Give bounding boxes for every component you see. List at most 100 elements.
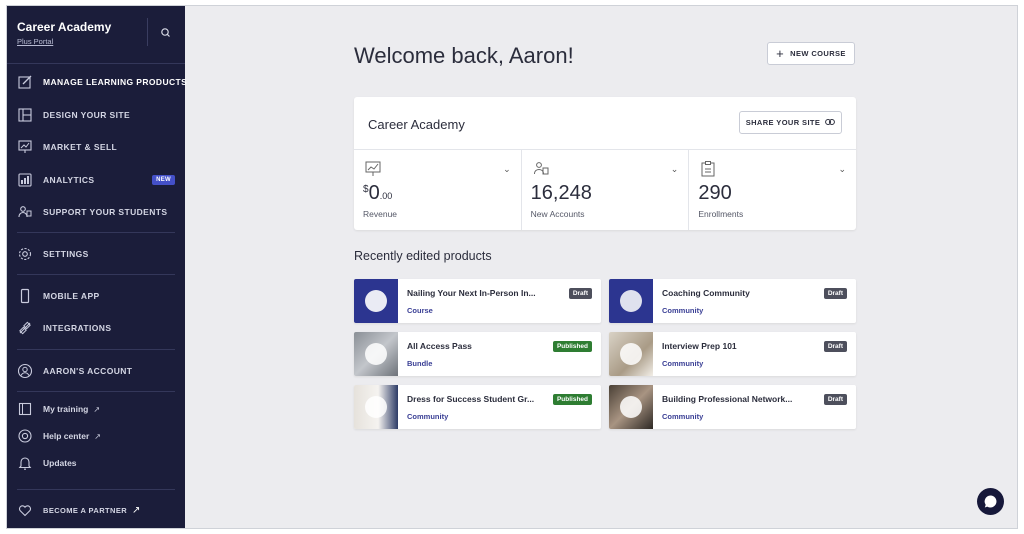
product-type: Community — [407, 412, 449, 421]
sidebar-item-label: Updates — [43, 458, 77, 468]
stat-revenue[interactable]: ⌄ $0.00 Revenue — [354, 150, 522, 230]
bundle-icon — [365, 343, 387, 365]
product-thumbnail — [354, 385, 398, 429]
sidebar-item-label: MOBILE APP — [43, 291, 100, 301]
share-site-button[interactable]: SHARE YOUR SITE — [739, 111, 842, 134]
chevron-down-icon[interactable]: ⌄ — [503, 164, 511, 175]
product-thumbnail — [609, 332, 653, 376]
product-type: Bundle — [407, 359, 433, 368]
sidebar-item-integrations[interactable]: INTEGRATIONS — [7, 316, 185, 340]
sidebar-divider — [17, 274, 175, 275]
gear-icon — [17, 246, 33, 262]
sidebar-divider — [17, 489, 175, 490]
product-thumbnail — [609, 279, 653, 323]
sidebar-item-label: INTEGRATIONS — [43, 323, 112, 333]
stat-label: New Accounts — [530, 209, 585, 219]
sidebar-item-help-center[interactable]: Help center ↗ — [7, 424, 185, 448]
product-type: Community — [662, 306, 704, 315]
plus-icon: + — [776, 46, 785, 61]
sidebar-item-label: ANALYTICS — [43, 175, 95, 185]
stat-value: 290 — [698, 182, 732, 204]
sidebar-item-label: AARON'S ACCOUNT — [43, 366, 133, 376]
stat-label: Revenue — [363, 209, 398, 219]
sidebar-item-manage-learning-products[interactable]: MANAGE LEARNING PRODUCTS — [7, 70, 188, 94]
sidebar-item-updates[interactable]: Updates — [7, 451, 185, 475]
new-course-label: NEW COURSE — [790, 49, 846, 58]
lifebuoy-icon — [17, 428, 33, 444]
sidebar-item-label: MANAGE LEARNING PRODUCTS — [43, 77, 188, 87]
presentation-icon — [17, 139, 33, 155]
product-type: Community — [662, 359, 704, 368]
product-name: Building Professional Network... — [662, 394, 793, 404]
become-partner-link[interactable]: BECOME A PARTNER ↗ — [7, 498, 185, 522]
new-course-button[interactable]: + NEW COURSE — [767, 42, 855, 65]
clipboard-icon — [699, 160, 717, 178]
users-icon — [532, 160, 550, 178]
product-type: Community — [662, 412, 704, 421]
sidebar-item-my-training[interactable]: My training ↗ — [7, 397, 185, 421]
status-badge: Published — [552, 341, 592, 352]
sidebar-divider — [17, 232, 175, 233]
sidebar-item-market-sell[interactable]: MARKET & SELL — [7, 135, 185, 159]
portal-link[interactable]: Plus Portal — [17, 37, 53, 46]
chat-icon — [984, 495, 997, 508]
link-icon — [825, 118, 836, 128]
plug-icon — [17, 320, 33, 336]
site-name: Career Academy — [368, 117, 465, 132]
product-thumbnail — [609, 385, 653, 429]
user-icon — [17, 363, 33, 379]
layout-icon — [17, 107, 33, 123]
students-icon — [17, 204, 33, 220]
heart-hands-icon — [17, 502, 33, 518]
product-card[interactable]: Building Professional Network... Communi… — [609, 385, 856, 429]
sidebar-item-mobile-app[interactable]: MOBILE APP — [7, 284, 185, 308]
sidebar-item-label: MARKET & SELL — [43, 142, 118, 152]
sidebar-item-settings[interactable]: SETTINGS — [7, 242, 185, 266]
external-link-icon: ↗ — [93, 404, 101, 414]
analytics-icon — [17, 172, 33, 188]
sidebar-item-label: SUPPORT YOUR STUDENTS — [43, 207, 168, 217]
chart-board-icon — [364, 160, 382, 178]
become-partner-label: BECOME A PARTNER — [43, 505, 128, 515]
status-badge: Published — [552, 394, 592, 405]
stat-value: 16,248 — [530, 182, 592, 204]
brand-header: Career Academy Plus Portal — [7, 6, 185, 64]
product-card[interactable]: Interview Prep 101 Community Draft — [609, 332, 856, 376]
site-summary-card: Career Academy SHARE YOUR SITE ⌄ $0.00 R… — [354, 97, 856, 230]
product-name: Coaching Community — [662, 288, 750, 298]
status-badge: Draft — [823, 394, 847, 405]
brand-title[interactable]: Career Academy — [17, 20, 111, 34]
stat-new-accounts[interactable]: ⌄ 16,248 New Accounts — [522, 150, 690, 230]
sidebar-item-label: My training — [43, 404, 89, 414]
sidebar-item-analytics[interactable]: ANALYTICS NEW — [7, 168, 185, 192]
new-badge: NEW — [152, 175, 175, 185]
page-title: Welcome back, Aaron! — [354, 43, 574, 68]
product-card[interactable]: All Access Pass Bundle Published — [354, 332, 601, 376]
product-card[interactable]: Coaching Community Community Draft — [609, 279, 856, 323]
status-badge: Draft — [823, 288, 847, 299]
chevron-down-icon[interactable]: ⌄ — [671, 164, 679, 175]
external-link-icon: ↗ — [94, 431, 101, 441]
product-card[interactable]: Dress for Success Student Gr... Communit… — [354, 385, 601, 429]
chat-button[interactable] — [977, 488, 1004, 515]
sidebar: Career Academy Plus Portal MANAGE LEARNI… — [7, 6, 188, 528]
product-name: All Access Pass — [407, 341, 472, 351]
chevron-down-icon[interactable]: ⌄ — [838, 164, 846, 175]
product-thumbnail — [354, 332, 398, 376]
stat-enrollments[interactable]: ⌄ 290 Enrollments — [689, 150, 856, 230]
sidebar-item-label: DESIGN YOUR SITE — [43, 110, 131, 120]
stat-label: Enrollments — [698, 209, 744, 219]
sidebar-item-support-your-students[interactable]: SUPPORT YOUR STUDENTS — [7, 200, 185, 224]
status-badge: Draft — [823, 341, 847, 352]
brand-divider — [147, 18, 148, 46]
product-card[interactable]: Nailing Your Next In-Person In... Course… — [354, 279, 601, 323]
community-icon — [620, 290, 642, 312]
sidebar-item-design-your-site[interactable]: DESIGN YOUR SITE — [7, 103, 185, 127]
sidebar-item-account[interactable]: AARON'S ACCOUNT — [7, 359, 185, 383]
search-icon[interactable] — [157, 24, 175, 42]
app-window: Career Academy Plus Portal MANAGE LEARNI… — [6, 5, 1018, 529]
sidebar-item-label: SETTINGS — [43, 249, 89, 259]
stats-row: ⌄ $0.00 Revenue ⌄ 16,248 New Accounts ⌄ … — [354, 149, 856, 230]
product-name: Interview Prep 101 — [662, 341, 737, 351]
bell-icon — [17, 455, 33, 471]
